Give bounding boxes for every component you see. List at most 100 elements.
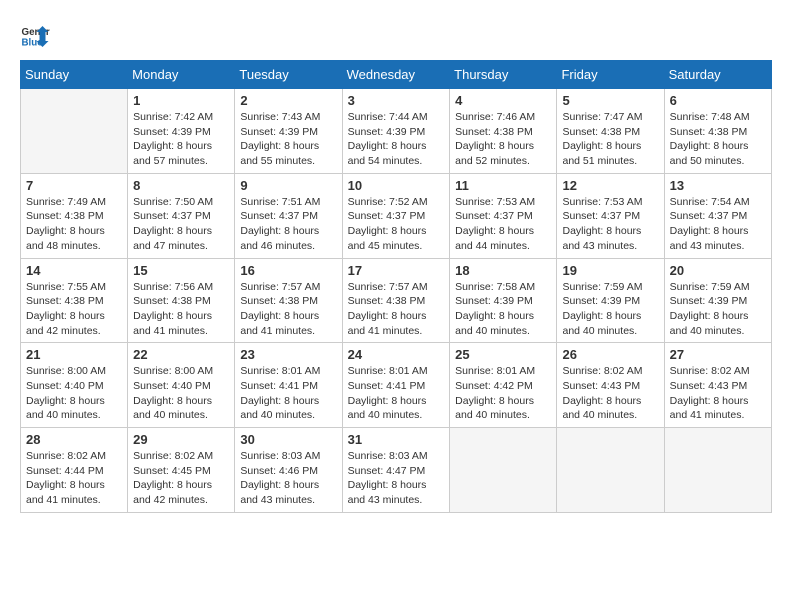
day-info: Sunrise: 7:49 AM Sunset: 4:38 PM Dayligh… — [26, 195, 122, 254]
day-info: Sunrise: 7:57 AM Sunset: 4:38 PM Dayligh… — [348, 280, 445, 339]
calendar-cell: 13 Sunrise: 7:54 AM Sunset: 4:37 PM Dayl… — [664, 173, 771, 258]
calendar-cell — [21, 89, 128, 174]
day-number: 1 — [133, 93, 229, 108]
weekday-header-monday: Monday — [128, 61, 235, 89]
calendar-cell: 26 Sunrise: 8:02 AM Sunset: 4:43 PM Dayl… — [557, 343, 664, 428]
day-info: Sunrise: 7:46 AM Sunset: 4:38 PM Dayligh… — [455, 110, 551, 169]
weekday-header-row: SundayMondayTuesdayWednesdayThursdayFrid… — [21, 61, 772, 89]
day-number: 24 — [348, 347, 445, 362]
day-info: Sunrise: 7:42 AM Sunset: 4:39 PM Dayligh… — [133, 110, 229, 169]
day-number: 27 — [670, 347, 766, 362]
calendar-cell — [557, 428, 664, 513]
day-number: 23 — [240, 347, 336, 362]
weekday-header-saturday: Saturday — [664, 61, 771, 89]
day-info: Sunrise: 8:02 AM Sunset: 4:43 PM Dayligh… — [562, 364, 658, 423]
day-number: 21 — [26, 347, 122, 362]
day-number: 8 — [133, 178, 229, 193]
page-header: General Blue — [20, 20, 772, 50]
calendar-cell: 15 Sunrise: 7:56 AM Sunset: 4:38 PM Dayl… — [128, 258, 235, 343]
day-info: Sunrise: 8:02 AM Sunset: 4:44 PM Dayligh… — [26, 449, 122, 508]
day-info: Sunrise: 8:02 AM Sunset: 4:43 PM Dayligh… — [670, 364, 766, 423]
week-row-2: 7 Sunrise: 7:49 AM Sunset: 4:38 PM Dayli… — [21, 173, 772, 258]
day-number: 25 — [455, 347, 551, 362]
day-number: 14 — [26, 263, 122, 278]
weekday-header-friday: Friday — [557, 61, 664, 89]
calendar-cell: 1 Sunrise: 7:42 AM Sunset: 4:39 PM Dayli… — [128, 89, 235, 174]
calendar-cell: 12 Sunrise: 7:53 AM Sunset: 4:37 PM Dayl… — [557, 173, 664, 258]
day-info: Sunrise: 7:43 AM Sunset: 4:39 PM Dayligh… — [240, 110, 336, 169]
calendar-cell — [664, 428, 771, 513]
calendar-cell: 31 Sunrise: 8:03 AM Sunset: 4:47 PM Dayl… — [342, 428, 450, 513]
calendar-cell: 29 Sunrise: 8:02 AM Sunset: 4:45 PM Dayl… — [128, 428, 235, 513]
calendar-cell: 10 Sunrise: 7:52 AM Sunset: 4:37 PM Dayl… — [342, 173, 450, 258]
calendar-cell: 25 Sunrise: 8:01 AM Sunset: 4:42 PM Dayl… — [450, 343, 557, 428]
weekday-header-thursday: Thursday — [450, 61, 557, 89]
calendar-cell: 6 Sunrise: 7:48 AM Sunset: 4:38 PM Dayli… — [664, 89, 771, 174]
day-info: Sunrise: 8:01 AM Sunset: 4:42 PM Dayligh… — [455, 364, 551, 423]
day-number: 2 — [240, 93, 336, 108]
weekday-header-wednesday: Wednesday — [342, 61, 450, 89]
calendar-cell: 21 Sunrise: 8:00 AM Sunset: 4:40 PM Dayl… — [21, 343, 128, 428]
week-row-3: 14 Sunrise: 7:55 AM Sunset: 4:38 PM Dayl… — [21, 258, 772, 343]
svg-text:General: General — [22, 27, 51, 38]
day-number: 26 — [562, 347, 658, 362]
day-info: Sunrise: 7:54 AM Sunset: 4:37 PM Dayligh… — [670, 195, 766, 254]
day-info: Sunrise: 7:48 AM Sunset: 4:38 PM Dayligh… — [670, 110, 766, 169]
day-number: 6 — [670, 93, 766, 108]
calendar-cell: 30 Sunrise: 8:03 AM Sunset: 4:46 PM Dayl… — [235, 428, 342, 513]
calendar-cell: 7 Sunrise: 7:49 AM Sunset: 4:38 PM Dayli… — [21, 173, 128, 258]
calendar-cell: 9 Sunrise: 7:51 AM Sunset: 4:37 PM Dayli… — [235, 173, 342, 258]
day-info: Sunrise: 7:53 AM Sunset: 4:37 PM Dayligh… — [455, 195, 551, 254]
day-info: Sunrise: 8:01 AM Sunset: 4:41 PM Dayligh… — [348, 364, 445, 423]
day-number: 19 — [562, 263, 658, 278]
day-number: 22 — [133, 347, 229, 362]
week-row-1: 1 Sunrise: 7:42 AM Sunset: 4:39 PM Dayli… — [21, 89, 772, 174]
day-number: 17 — [348, 263, 445, 278]
logo-icon: General Blue — [20, 20, 50, 50]
day-info: Sunrise: 8:02 AM Sunset: 4:45 PM Dayligh… — [133, 449, 229, 508]
calendar-cell: 19 Sunrise: 7:59 AM Sunset: 4:39 PM Dayl… — [557, 258, 664, 343]
day-number: 7 — [26, 178, 122, 193]
day-info: Sunrise: 7:52 AM Sunset: 4:37 PM Dayligh… — [348, 195, 445, 254]
day-number: 29 — [133, 432, 229, 447]
day-info: Sunrise: 7:58 AM Sunset: 4:39 PM Dayligh… — [455, 280, 551, 339]
day-info: Sunrise: 7:57 AM Sunset: 4:38 PM Dayligh… — [240, 280, 336, 339]
day-info: Sunrise: 7:50 AM Sunset: 4:37 PM Dayligh… — [133, 195, 229, 254]
calendar-cell — [450, 428, 557, 513]
week-row-5: 28 Sunrise: 8:02 AM Sunset: 4:44 PM Dayl… — [21, 428, 772, 513]
calendar-cell: 3 Sunrise: 7:44 AM Sunset: 4:39 PM Dayli… — [342, 89, 450, 174]
day-number: 30 — [240, 432, 336, 447]
calendar-cell: 20 Sunrise: 7:59 AM Sunset: 4:39 PM Dayl… — [664, 258, 771, 343]
week-row-4: 21 Sunrise: 8:00 AM Sunset: 4:40 PM Dayl… — [21, 343, 772, 428]
calendar-cell: 18 Sunrise: 7:58 AM Sunset: 4:39 PM Dayl… — [450, 258, 557, 343]
calendar-cell: 22 Sunrise: 8:00 AM Sunset: 4:40 PM Dayl… — [128, 343, 235, 428]
logo: General Blue — [20, 20, 54, 50]
day-info: Sunrise: 7:44 AM Sunset: 4:39 PM Dayligh… — [348, 110, 445, 169]
day-info: Sunrise: 7:55 AM Sunset: 4:38 PM Dayligh… — [26, 280, 122, 339]
calendar-cell: 5 Sunrise: 7:47 AM Sunset: 4:38 PM Dayli… — [557, 89, 664, 174]
day-info: Sunrise: 8:01 AM Sunset: 4:41 PM Dayligh… — [240, 364, 336, 423]
day-number: 5 — [562, 93, 658, 108]
day-number: 13 — [670, 178, 766, 193]
day-number: 10 — [348, 178, 445, 193]
day-info: Sunrise: 8:03 AM Sunset: 4:47 PM Dayligh… — [348, 449, 445, 508]
day-info: Sunrise: 7:53 AM Sunset: 4:37 PM Dayligh… — [562, 195, 658, 254]
calendar-cell: 4 Sunrise: 7:46 AM Sunset: 4:38 PM Dayli… — [450, 89, 557, 174]
calendar-cell: 28 Sunrise: 8:02 AM Sunset: 4:44 PM Dayl… — [21, 428, 128, 513]
calendar-cell: 23 Sunrise: 8:01 AM Sunset: 4:41 PM Dayl… — [235, 343, 342, 428]
day-info: Sunrise: 7:59 AM Sunset: 4:39 PM Dayligh… — [562, 280, 658, 339]
calendar-cell: 24 Sunrise: 8:01 AM Sunset: 4:41 PM Dayl… — [342, 343, 450, 428]
day-number: 20 — [670, 263, 766, 278]
calendar: SundayMondayTuesdayWednesdayThursdayFrid… — [20, 60, 772, 513]
calendar-cell: 8 Sunrise: 7:50 AM Sunset: 4:37 PM Dayli… — [128, 173, 235, 258]
calendar-cell: 11 Sunrise: 7:53 AM Sunset: 4:37 PM Dayl… — [450, 173, 557, 258]
calendar-cell: 14 Sunrise: 7:55 AM Sunset: 4:38 PM Dayl… — [21, 258, 128, 343]
calendar-cell: 27 Sunrise: 8:02 AM Sunset: 4:43 PM Dayl… — [664, 343, 771, 428]
day-number: 3 — [348, 93, 445, 108]
day-number: 15 — [133, 263, 229, 278]
weekday-header-sunday: Sunday — [21, 61, 128, 89]
day-number: 11 — [455, 178, 551, 193]
calendar-cell: 2 Sunrise: 7:43 AM Sunset: 4:39 PM Dayli… — [235, 89, 342, 174]
day-info: Sunrise: 7:51 AM Sunset: 4:37 PM Dayligh… — [240, 195, 336, 254]
day-info: Sunrise: 7:47 AM Sunset: 4:38 PM Dayligh… — [562, 110, 658, 169]
